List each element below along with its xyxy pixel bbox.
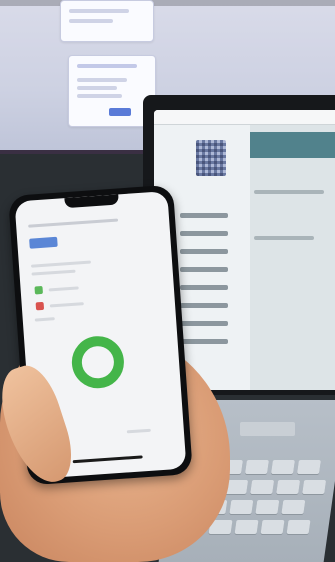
menu-text-line — [180, 249, 228, 254]
keyboard-key — [260, 520, 285, 534]
menu-text-line — [180, 285, 228, 290]
menu-text-line — [180, 321, 228, 326]
phone-blue-button — [29, 236, 58, 249]
red-square-icon — [35, 301, 45, 311]
green-ring-chart — [70, 334, 126, 390]
keyboard-key — [229, 500, 254, 514]
laptop-header-bar — [250, 132, 335, 158]
phone-text-line — [34, 317, 55, 322]
laptop-browser-bar — [154, 110, 335, 125]
monitor-dialog-button — [109, 108, 131, 116]
keyboard-key — [250, 480, 275, 494]
keyboard-key — [270, 460, 295, 474]
keyboard-key — [255, 500, 280, 514]
laptop-menu-item — [166, 210, 236, 222]
monitor-bezel — [0, 0, 335, 6]
monitor-card-top — [60, 0, 154, 42]
keyboard-key — [286, 520, 311, 534]
monitor-text-line — [77, 86, 117, 90]
laptop-content-line — [254, 190, 324, 194]
keyboard-key — [281, 500, 306, 514]
keyboard-key — [244, 460, 269, 474]
monitor-dialog-title — [77, 64, 137, 68]
menu-text-line — [180, 213, 228, 218]
menu-text-line — [180, 267, 228, 272]
menu-text-line — [180, 231, 228, 236]
phone-notch — [64, 194, 119, 209]
keyboard-key — [276, 480, 301, 494]
qr-code-icon — [196, 140, 226, 176]
menu-text-line — [180, 339, 228, 344]
green-square-icon — [34, 285, 43, 295]
phone-text-line — [31, 269, 76, 276]
laptop-hinge — [240, 422, 295, 436]
home-indicator — [72, 455, 143, 464]
keyboard-key — [302, 480, 327, 494]
monitor-text-line — [69, 19, 113, 23]
phone-text-line — [49, 302, 84, 308]
phone-text-line — [30, 260, 91, 268]
keyboard-key — [296, 460, 321, 474]
phone-title-line — [28, 218, 119, 228]
monitor-text-line — [77, 78, 127, 82]
monitor-text-line — [69, 9, 129, 13]
monitor-text-line — [77, 94, 122, 98]
phone-text-line — [48, 286, 79, 292]
menu-text-line — [180, 303, 228, 308]
keyboard-key — [234, 520, 259, 534]
laptop-content-line — [254, 236, 314, 240]
phone-footer-line — [126, 428, 151, 434]
